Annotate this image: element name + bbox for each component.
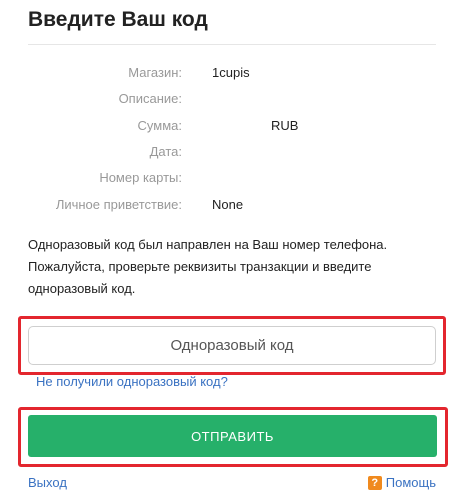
detail-value: 1cupis (212, 65, 250, 80)
detail-row-amount: Сумма: RUB (0, 115, 458, 137)
detail-row-merchant: Магазин: 1cupis (0, 62, 458, 84)
detail-label: Сумма: (137, 118, 182, 133)
help-link[interactable]: ? Помощь (367, 475, 436, 490)
help-icon: ? (367, 475, 382, 490)
help-label: Помощь (385, 475, 436, 490)
exit-link[interactable]: Выход (28, 475, 67, 490)
detail-row-date: Дата: (0, 141, 458, 163)
resend-code-link[interactable]: Не получили одноразовый код? (36, 374, 228, 389)
detail-row-card-number: Номер карты: (0, 167, 458, 189)
detail-label: Дата: (149, 144, 182, 159)
detail-label: Номер карты: (99, 170, 182, 185)
detail-row-greeting: Личное приветствие: None (0, 194, 458, 216)
submit-button[interactable]: ОТПРАВИТЬ (28, 415, 437, 457)
detail-label: Личное приветствие: (55, 197, 182, 212)
page-title: Введите Ваш код (28, 8, 208, 31)
info-text: Одноразовый код был направлен на Ваш ном… (28, 237, 388, 296)
detail-row-description: Описание: (0, 88, 458, 110)
detail-value: None (212, 197, 244, 212)
otp-input[interactable] (28, 326, 436, 365)
detail-label: Магазин: (128, 65, 182, 80)
detail-value: RUB (271, 118, 299, 133)
title-divider (28, 44, 436, 45)
detail-label: Описание: (118, 91, 182, 106)
